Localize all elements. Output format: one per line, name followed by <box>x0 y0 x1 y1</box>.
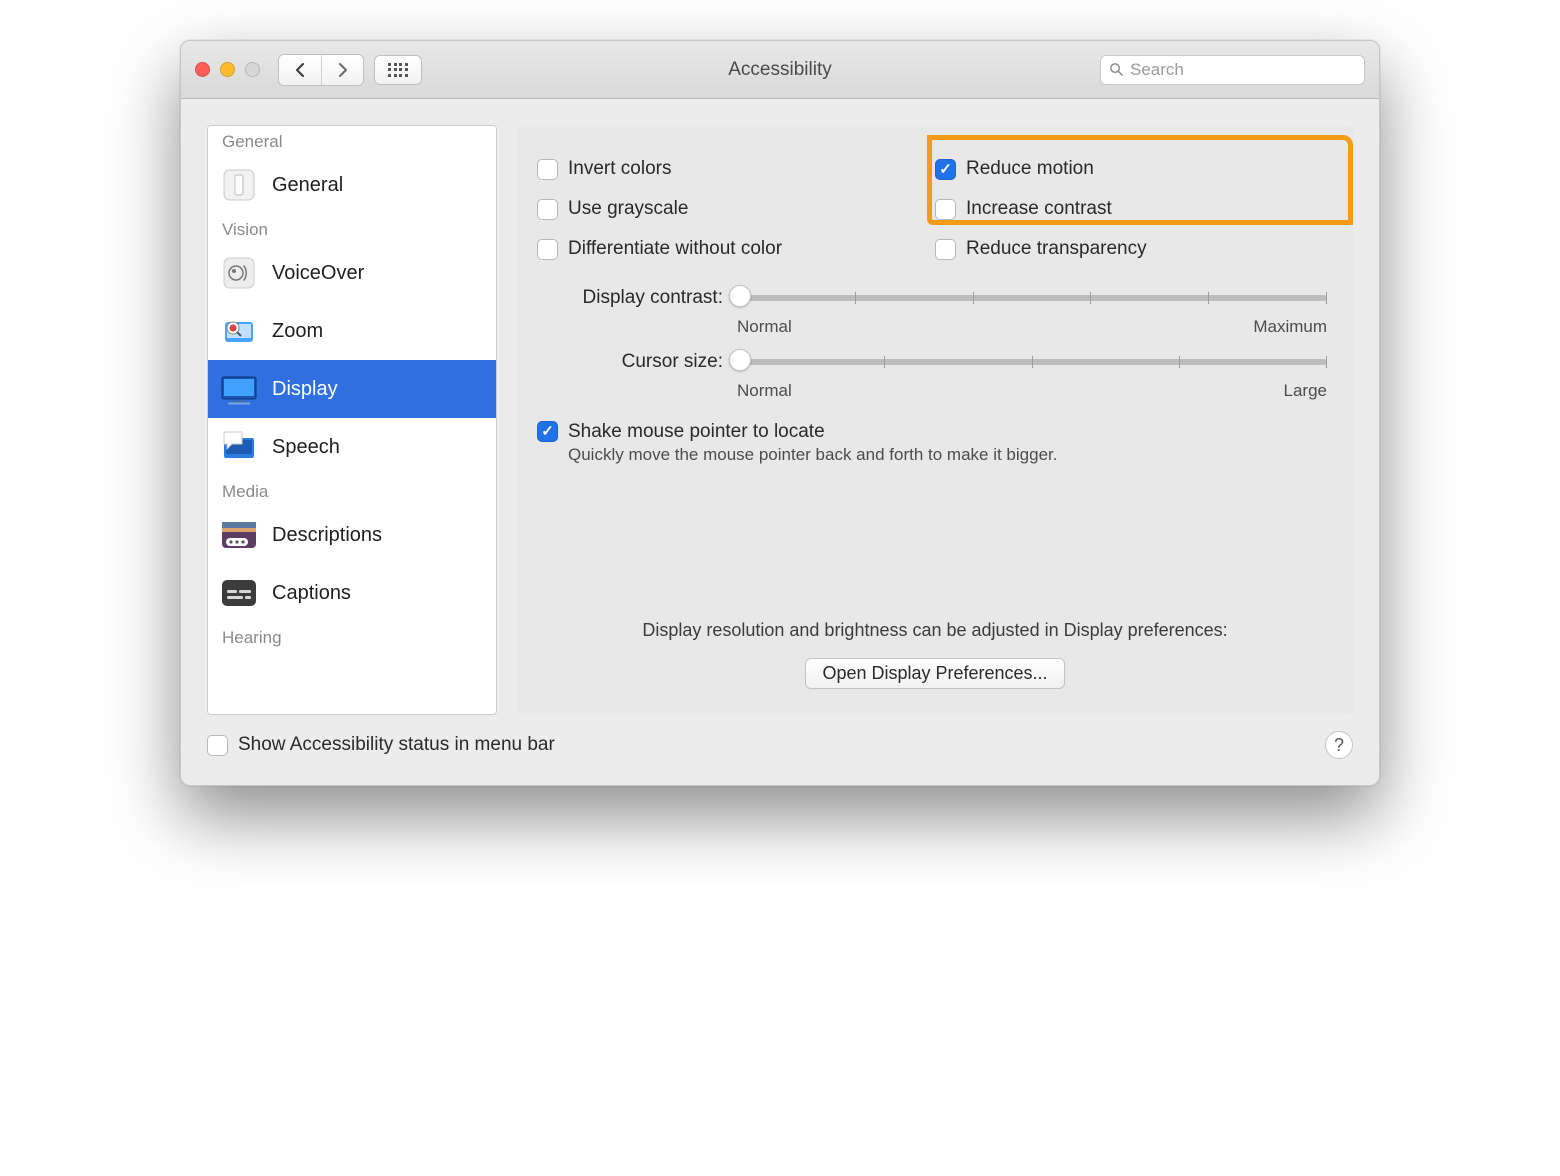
checkbox-show-status-menubar[interactable]: Show Accessibility status in menu bar <box>207 729 555 761</box>
shake-subtitle: Quickly move the mouse pointer back and … <box>568 445 1057 465</box>
checkbox-grid: Invert colors Reduce motion Use grayscal… <box>537 153 1333 265</box>
search-icon <box>1109 62 1124 77</box>
minimize-window-button[interactable] <box>220 62 235 77</box>
sidebar-item-label: Descriptions <box>272 524 382 547</box>
checkbox-box <box>537 199 558 220</box>
speech-icon <box>218 426 260 468</box>
checkbox-label: Differentiate without color <box>568 238 782 260</box>
back-button[interactable] <box>279 55 321 85</box>
display-icon <box>218 368 260 410</box>
voiceover-icon <box>218 252 260 294</box>
general-icon <box>218 164 260 206</box>
window-controls <box>195 62 260 77</box>
open-display-preferences-button[interactable]: Open Display Preferences... <box>805 658 1064 689</box>
sidebar-section-vision: Vision <box>208 214 496 244</box>
grid-icon <box>388 63 408 77</box>
sidebar-item-label: VoiceOver <box>272 262 364 285</box>
checkbox-label: Reduce transparency <box>966 238 1147 260</box>
annotation-highlight <box>927 135 1353 225</box>
footer: Show Accessibility status in menu bar ? <box>181 715 1379 785</box>
zoom-window-button[interactable] <box>245 62 260 77</box>
chevron-left-icon <box>294 63 306 77</box>
cursor-size-slider[interactable]: Normal Large <box>737 349 1333 401</box>
sidebar-section-media: Media <box>208 476 496 506</box>
toolbar: Accessibility <box>181 41 1379 99</box>
shake-row: Shake mouse pointer to locate Quickly mo… <box>537 421 1333 465</box>
descriptions-icon <box>218 514 260 556</box>
sidebar-section-general: General <box>208 126 496 156</box>
search-field[interactable] <box>1100 55 1365 85</box>
search-input[interactable] <box>1130 60 1356 80</box>
slider-label: Cursor size: <box>537 349 737 373</box>
shake-title: Shake mouse pointer to locate <box>568 421 1057 443</box>
sidebar-item-speech[interactable]: Speech <box>208 418 496 476</box>
sidebar-item-label: Zoom <box>272 320 323 343</box>
sidebar-item-captions[interactable]: Captions <box>208 564 496 622</box>
display-hint: Display resolution and brightness can be… <box>517 620 1353 641</box>
body: General General Vision VoiceOver Zoom <box>181 99 1379 715</box>
slider-max-label: Maximum <box>1253 317 1327 337</box>
sidebar-item-general[interactable]: General <box>208 156 496 214</box>
sidebar-item-label: Speech <box>272 436 340 459</box>
nav-back-forward <box>278 54 364 86</box>
sidebar-item-zoom[interactable]: Zoom <box>208 302 496 360</box>
help-icon: ? <box>1334 735 1344 756</box>
checkbox-box <box>207 735 228 756</box>
slider-knob[interactable] <box>729 285 751 307</box>
sidebar-item-label: Captions <box>272 582 351 605</box>
slider-min-label: Normal <box>737 381 792 401</box>
help-button[interactable]: ? <box>1325 731 1353 759</box>
checkbox-reduce-transparency[interactable]: Reduce transparency <box>935 233 1333 265</box>
checkbox-label: Use grayscale <box>568 198 688 220</box>
checkbox-box <box>935 239 956 260</box>
settings-panel: Invert colors Reduce motion Use grayscal… <box>517 125 1353 715</box>
sidebar-item-voiceover[interactable]: VoiceOver <box>208 244 496 302</box>
display-contrast-row: Display contrast: Normal Maximum <box>537 285 1333 337</box>
checkbox-use-grayscale[interactable]: Use grayscale <box>537 193 935 225</box>
sidebar-item-label: General <box>272 174 343 197</box>
checkbox-box <box>537 159 558 180</box>
forward-button[interactable] <box>321 55 363 85</box>
system-preferences-window: Accessibility General General Vision Voi… <box>180 40 1380 786</box>
checkbox-differentiate-without-color[interactable]: Differentiate without color <box>537 233 935 265</box>
sidebar-section-hearing: Hearing <box>208 622 496 660</box>
slider-knob[interactable] <box>729 349 751 371</box>
show-all-button[interactable] <box>374 55 422 85</box>
zoom-icon <box>218 310 260 352</box>
close-window-button[interactable] <box>195 62 210 77</box>
checkbox-invert-colors[interactable]: Invert colors <box>537 153 935 185</box>
captions-icon <box>218 572 260 614</box>
sidebar-item-display[interactable]: Display <box>208 360 496 418</box>
cursor-size-row: Cursor size: Normal Large <box>537 349 1333 401</box>
chevron-right-icon <box>337 63 349 77</box>
sidebar: General General Vision VoiceOver Zoom <box>207 125 497 715</box>
checkbox-box <box>537 239 558 260</box>
checkbox-shake-to-locate[interactable] <box>537 421 558 442</box>
sidebar-item-descriptions[interactable]: Descriptions <box>208 506 496 564</box>
slider-min-label: Normal <box>737 317 792 337</box>
sidebar-item-label: Display <box>272 378 338 401</box>
slider-label: Display contrast: <box>537 285 737 309</box>
checkbox-label: Show Accessibility status in menu bar <box>238 734 555 756</box>
display-contrast-slider[interactable]: Normal Maximum <box>737 285 1333 337</box>
slider-max-label: Large <box>1284 381 1327 401</box>
checkbox-label: Invert colors <box>568 158 671 180</box>
